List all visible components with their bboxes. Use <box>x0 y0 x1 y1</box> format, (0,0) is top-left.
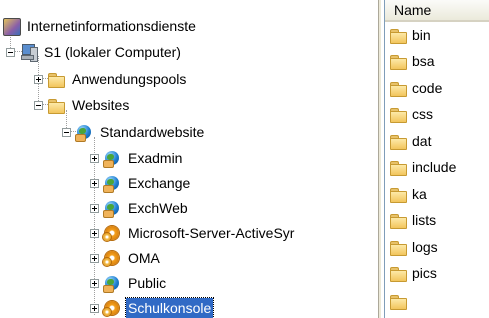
globe-icon <box>103 199 121 218</box>
tree-item-label: Exchange <box>128 175 191 191</box>
column-header-name[interactable]: Name <box>385 0 489 22</box>
tree-item-label: ExchWeb <box>128 200 188 216</box>
folder-icon <box>389 105 407 123</box>
expand-toggle[interactable] <box>90 303 99 313</box>
tree-item-exadmin[interactable]: Exadmin <box>90 147 184 169</box>
tree-item-label: Anwendungspools <box>72 71 187 87</box>
list-item-label: code <box>412 80 443 96</box>
list-item-label: logs <box>412 239 438 255</box>
folder-icon <box>389 158 407 176</box>
file-list-pane[interactable]: Name bin bsa code css dat include ka lis… <box>384 0 489 318</box>
folder-icon <box>389 264 407 282</box>
tree-item-label: Standardwebsite <box>100 124 205 140</box>
folder-icon <box>389 132 407 150</box>
expand-toggle[interactable] <box>90 228 99 238</box>
globe-icon <box>103 174 121 193</box>
list-item-label: include <box>412 159 457 175</box>
tree-item-activesync[interactable]: Microsoft-Server-ActiveSyr <box>90 222 296 244</box>
tree-item-label: Exadmin <box>128 150 183 166</box>
gear-icon <box>103 224 121 242</box>
tree-item-label: Microsoft-Server-ActiveSyr <box>128 225 295 241</box>
list-item-label: pics <box>412 265 437 281</box>
collapse-toggle[interactable] <box>62 127 71 137</box>
tree-item-oma[interactable]: OMA <box>90 247 162 269</box>
gear-icon <box>103 299 121 317</box>
folder-icon <box>389 52 407 70</box>
globe-icon <box>103 149 121 168</box>
list-item-label: ka <box>412 186 427 202</box>
list-item-label: dat <box>412 133 432 149</box>
gear-icon <box>103 249 121 267</box>
tree-item-iis-root[interactable]: Internetinformationsdienste <box>2 15 198 37</box>
list-item-include[interactable]: include <box>389 156 456 178</box>
list-item-css[interactable]: css <box>389 103 433 125</box>
collapse-toggle[interactable] <box>34 100 43 110</box>
tree-item-label: OMA <box>128 250 160 266</box>
computer-icon <box>19 43 38 62</box>
tree-item-server[interactable]: S1 (lokaler Computer) <box>6 41 183 63</box>
expand-toggle[interactable] <box>90 278 99 288</box>
tree-item-label: Websites <box>72 97 130 113</box>
globe-icon <box>103 274 121 293</box>
list-item-partial[interactable] <box>389 290 412 312</box>
expand-toggle[interactable] <box>90 203 99 213</box>
expand-toggle[interactable] <box>34 74 43 84</box>
folder-icon <box>389 211 407 229</box>
folder-icon <box>389 292 407 310</box>
tree-item-label: Internetinformationsdienste <box>27 18 196 34</box>
folder-icon <box>389 79 407 97</box>
list-item-label: bin <box>412 27 431 43</box>
collapse-toggle[interactable] <box>6 47 15 57</box>
pane-splitter[interactable] <box>378 0 382 318</box>
tree-item-exchange[interactable]: Exchange <box>90 172 192 194</box>
expand-toggle[interactable] <box>90 153 99 163</box>
tree-pane[interactable]: Internetinformationsdienste S1 (lokaler … <box>0 0 378 318</box>
folder-icon <box>389 238 407 256</box>
list-item-pics[interactable]: pics <box>389 262 437 284</box>
tree-item-label: S1 (lokaler Computer) <box>44 44 181 60</box>
tree-item-label: Public <box>128 275 167 291</box>
folder-icon <box>47 70 65 88</box>
list-item-label: css <box>412 106 433 122</box>
tree-item-app-pools[interactable]: Anwendungspools <box>34 68 188 90</box>
folder-icon <box>389 26 407 44</box>
list-item-label: lists <box>412 212 437 228</box>
list-item-logs[interactable]: logs <box>389 236 438 258</box>
iis-icon <box>2 17 21 36</box>
list-item-label: bsa <box>412 53 435 69</box>
tree-item-exchweb[interactable]: ExchWeb <box>90 197 190 219</box>
list-item-lists[interactable]: lists <box>389 209 436 231</box>
expand-toggle[interactable] <box>90 253 99 263</box>
list-item-code[interactable]: code <box>389 77 442 99</box>
list-item-dat[interactable]: dat <box>389 130 431 152</box>
list-item-bsa[interactable]: bsa <box>389 50 435 72</box>
tree-item-label-selected: Schulkonsole <box>124 297 215 318</box>
globe-icon <box>75 123 93 142</box>
expand-toggle[interactable] <box>90 178 99 188</box>
tree-item-public[interactable]: Public <box>90 272 168 294</box>
tree-item-schulkonsole[interactable]: Schulkonsole <box>90 297 215 318</box>
folder-icon <box>47 96 65 114</box>
list-item-ka[interactable]: ka <box>389 183 427 205</box>
tree-item-websites[interactable]: Websites <box>34 94 131 116</box>
tree-item-default-website[interactable]: Standardwebsite <box>62 121 206 143</box>
folder-icon <box>389 185 407 203</box>
list-item-bin[interactable]: bin <box>389 24 431 46</box>
